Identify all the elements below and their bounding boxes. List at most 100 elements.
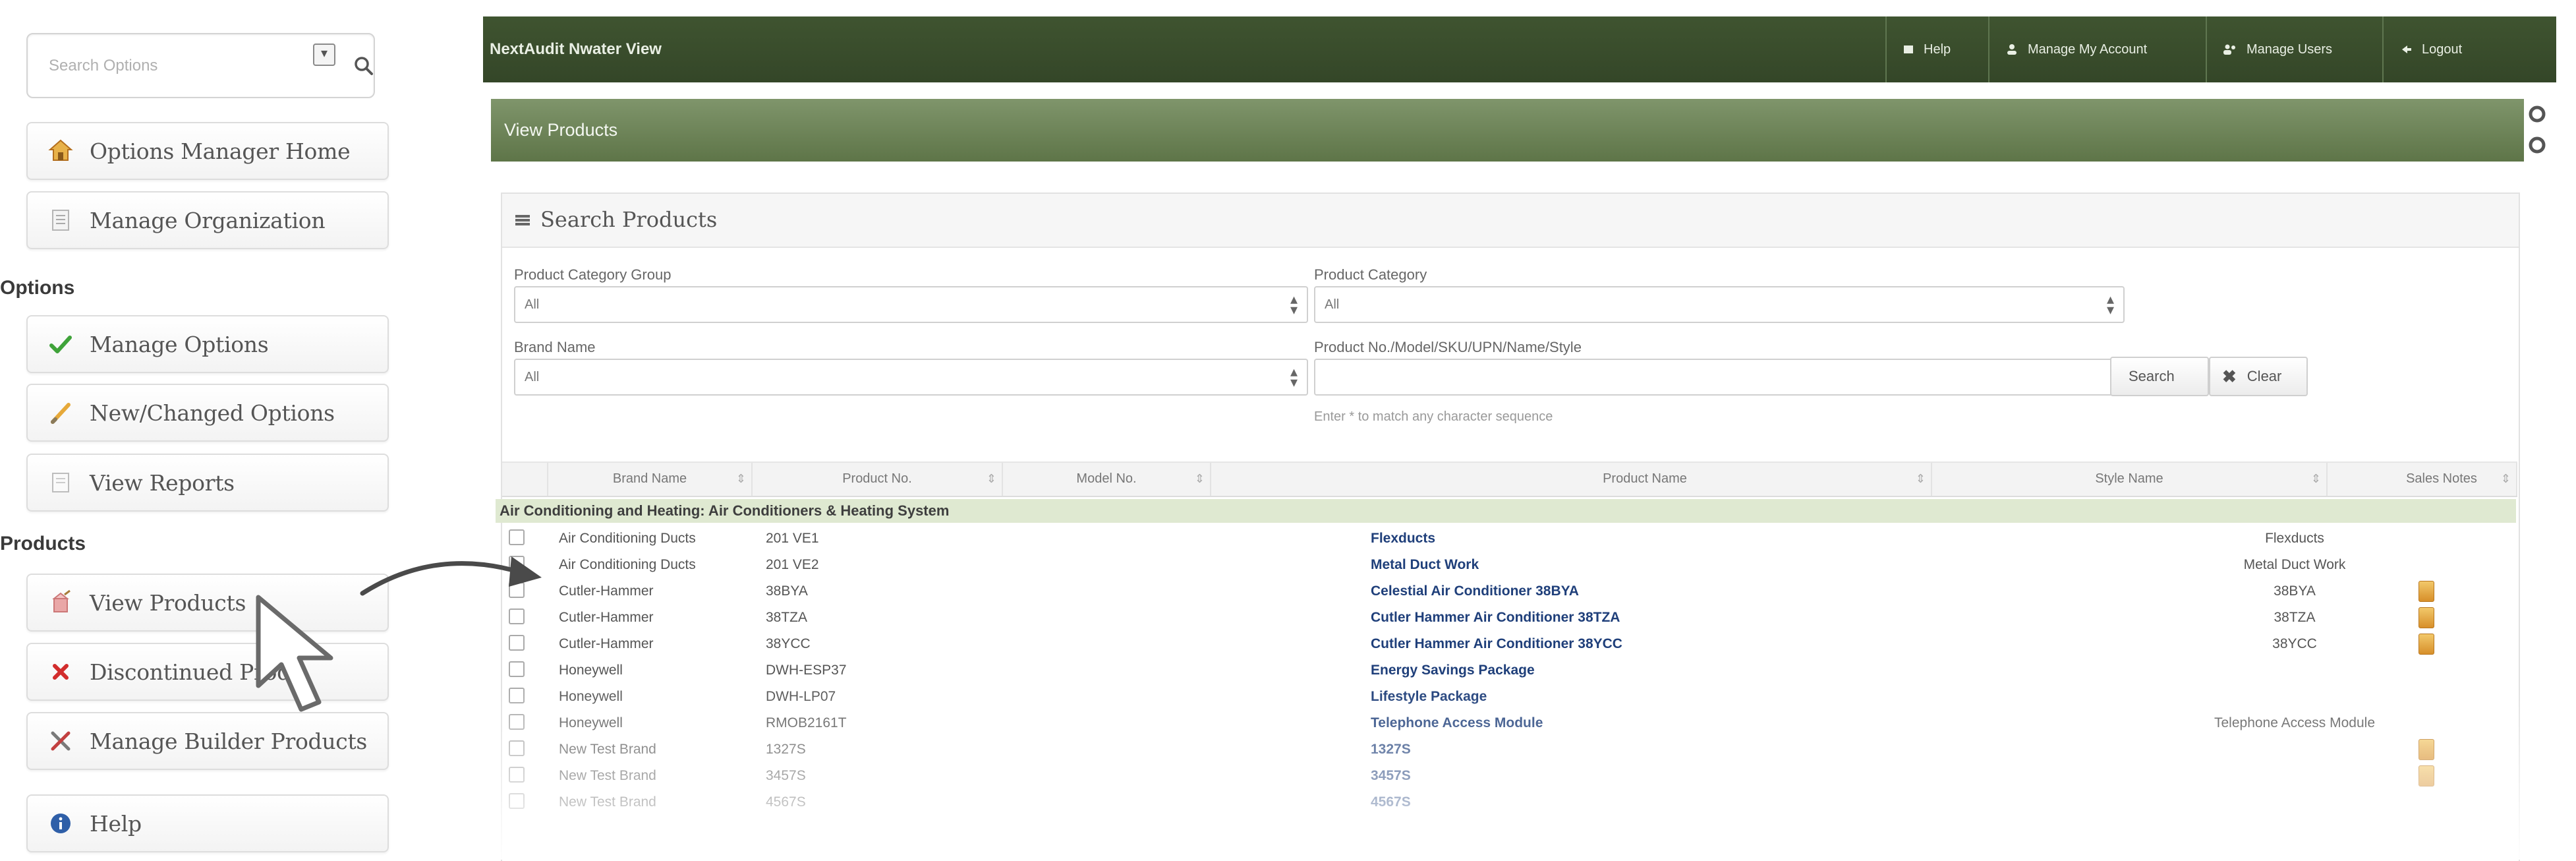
style-name-column-header[interactable]: Style Name ⇕ bbox=[1932, 463, 2328, 496]
sales-note-icon[interactable] bbox=[2419, 765, 2434, 787]
row-checkbox[interactable] bbox=[509, 714, 525, 730]
brand-cell: New Test Brand bbox=[559, 742, 656, 757]
manage-account-nav-link[interactable]: Manage My Account bbox=[1988, 16, 2206, 82]
manage-users-nav-link[interactable]: Manage Users bbox=[2206, 16, 2382, 82]
manage-organization-label: Manage Organization bbox=[90, 207, 326, 233]
row-checkbox[interactable] bbox=[509, 688, 525, 703]
search-icon[interactable] bbox=[351, 53, 377, 79]
table-row[interactable]: Honeywell DWH-LP07 Lifestyle Package bbox=[502, 684, 2517, 710]
help-nav-link[interactable]: Help bbox=[1885, 16, 1988, 82]
product-name-link[interactable]: 3457S bbox=[1371, 768, 1411, 784]
tools-icon bbox=[47, 728, 74, 754]
row-checkbox[interactable] bbox=[509, 529, 525, 545]
table-row[interactable]: Air Conditioning Ducts 201 VE1 Flexducts Fl… bbox=[502, 525, 2517, 552]
options-manager-home-button[interactable]: Options Manager Home bbox=[26, 122, 389, 180]
product-search-input[interactable] bbox=[1314, 359, 2125, 396]
brand-cell: Cutler-Hammer bbox=[559, 583, 654, 599]
section-options: Options bbox=[0, 277, 75, 299]
view-reports-label: View Reports bbox=[90, 469, 235, 496]
row-checkbox[interactable] bbox=[509, 635, 525, 651]
users-icon bbox=[2223, 43, 2237, 56]
sales-note-icon[interactable] bbox=[2419, 634, 2434, 655]
sales-note-icon[interactable] bbox=[2419, 581, 2434, 602]
brand-cell: Cutler-Hammer bbox=[559, 636, 654, 651]
new-changed-options-button[interactable]: New/Changed Options bbox=[26, 384, 389, 442]
product-no-cell: 1327S bbox=[766, 742, 806, 757]
checkmark-icon bbox=[47, 331, 74, 357]
row-checkbox[interactable] bbox=[509, 767, 525, 783]
product-search-label: Product No./Model/SKU/UPN/Name/Style bbox=[1314, 339, 1582, 355]
table-row[interactable]: Cutler-Hammer 38TZA Cutler Hammer Air Cond… bbox=[502, 605, 2517, 631]
brand-cell: Air Conditioning Ducts bbox=[559, 557, 696, 572]
clear-button-label: Clear bbox=[2247, 368, 2282, 384]
sales-note-icon[interactable] bbox=[2419, 607, 2434, 628]
search-button[interactable]: Search bbox=[2110, 357, 2209, 396]
product-name-link[interactable]: Lifestyle Package bbox=[1371, 689, 1487, 705]
sales-note-icon[interactable] bbox=[2419, 739, 2434, 760]
row-checkbox[interactable] bbox=[509, 740, 525, 756]
search-filter-dropdown-icon[interactable]: ▾ bbox=[313, 44, 335, 66]
select-arrows-icon: ▴ ▾ bbox=[1290, 363, 1298, 390]
product-name-link[interactable]: 1327S bbox=[1371, 742, 1411, 757]
help-nav-icon bbox=[1903, 44, 1914, 55]
category-group-label: Product Category Group bbox=[514, 266, 672, 283]
manage-options-label: Manage Options bbox=[90, 331, 269, 357]
product-no-cell: DWH-ESP37 bbox=[766, 663, 847, 678]
red-x-icon bbox=[47, 659, 74, 685]
category-group-select[interactable]: All ▴ ▾ bbox=[514, 286, 1308, 323]
product-name-link[interactable]: Telephone Access Module bbox=[1371, 715, 1543, 731]
product-name-link[interactable]: Cutler Hammer Air Conditioner 38YCC bbox=[1371, 636, 1622, 652]
brand-cell: Honeywell bbox=[559, 663, 623, 678]
info-icon bbox=[47, 810, 74, 837]
table-row[interactable]: Air Conditioning Ducts 201 VE2 Metal Duct … bbox=[502, 552, 2517, 578]
products-icon bbox=[47, 589, 74, 616]
table-row[interactable]: New Test Brand 3457S 3457S bbox=[502, 763, 2517, 789]
pointer-arrow-annotation bbox=[360, 556, 542, 596]
category-select[interactable]: All ▴ ▾ bbox=[1314, 286, 2125, 323]
row-checkbox[interactable] bbox=[509, 661, 525, 677]
manage-organization-button[interactable]: Manage Organization bbox=[26, 191, 389, 249]
settings-gear-icons[interactable] bbox=[2527, 104, 2547, 163]
product-name-link[interactable]: Flexducts bbox=[1371, 531, 1435, 547]
options-search-input[interactable] bbox=[47, 50, 287, 82]
manage-options-button[interactable]: Manage Options bbox=[26, 315, 389, 373]
row-checkbox[interactable] bbox=[509, 793, 525, 809]
product-name-link[interactable]: Energy Savings Package bbox=[1371, 663, 1535, 678]
brand-column-header[interactable]: Brand Name ⇕ bbox=[548, 463, 753, 496]
logout-nav-link[interactable]: Logout bbox=[2382, 16, 2514, 82]
product-name-link[interactable]: Cutler Hammer Air Conditioner 38TZA bbox=[1371, 610, 1620, 626]
section-products: Products bbox=[0, 533, 86, 554]
product-name-column-header[interactable]: Product Name ⇕ bbox=[1359, 463, 1932, 496]
brand-cell: New Test Brand bbox=[559, 794, 656, 810]
manage-builder-products-label: Manage Builder Products bbox=[90, 728, 368, 754]
table-row[interactable]: Cutler-Hammer 38YCC Cutler Hammer Air Cond… bbox=[502, 631, 2517, 657]
product-name-link[interactable]: 4567S bbox=[1371, 794, 1411, 810]
model-no-column-header[interactable]: Model No. ⇕ bbox=[1003, 463, 1211, 496]
brand-cell: Cutler-Hammer bbox=[559, 610, 654, 625]
table-row[interactable]: New Test Brand 1327S 1327S bbox=[502, 736, 2517, 763]
product-name-link[interactable]: Celestial Air Conditioner 38BYA bbox=[1371, 583, 1579, 599]
style-name-cell: Flexducts bbox=[2265, 531, 2324, 546]
table-row[interactable]: New Test Brand 4567S 4567S bbox=[502, 789, 2517, 816]
select-arrows-icon: ▴ ▾ bbox=[1290, 291, 1298, 318]
table-row[interactable]: Honeywell RMOB2161T Telephone Access Modul… bbox=[502, 710, 2517, 736]
category-group-value: All bbox=[525, 297, 540, 312]
table-row[interactable]: Cutler-Hammer 38BYA Celestial Air Conditio… bbox=[502, 578, 2517, 605]
brand-cell: New Test Brand bbox=[559, 768, 656, 783]
brand-select[interactable]: All ▴ ▾ bbox=[514, 359, 1308, 396]
product-name-link[interactable]: Metal Duct Work bbox=[1371, 557, 1479, 573]
category-value: All bbox=[1325, 297, 1340, 312]
clear-x-icon: ✖ bbox=[2222, 366, 2237, 386]
sales-notes-column-header[interactable]: Sales Notes ⇕ bbox=[2367, 463, 2517, 496]
view-reports-button[interactable]: View Reports bbox=[26, 454, 389, 512]
view-products-panel-header: View Products bbox=[491, 99, 2524, 162]
style-name-cell: 38YCC bbox=[2272, 636, 2317, 651]
product-no-column-header[interactable]: Product No. ⇕ bbox=[753, 463, 1003, 496]
help-button[interactable]: Help bbox=[26, 794, 389, 852]
help-label: Help bbox=[90, 810, 142, 837]
brand-cell: Honeywell bbox=[559, 715, 623, 730]
table-row[interactable]: Honeywell DWH-ESP37 Energy Savings Package bbox=[502, 657, 2517, 684]
row-checkbox[interactable] bbox=[509, 609, 525, 624]
clear-button[interactable]: ✖ Clear bbox=[2209, 357, 2308, 396]
search-products-header: Search Products bbox=[502, 194, 2519, 248]
